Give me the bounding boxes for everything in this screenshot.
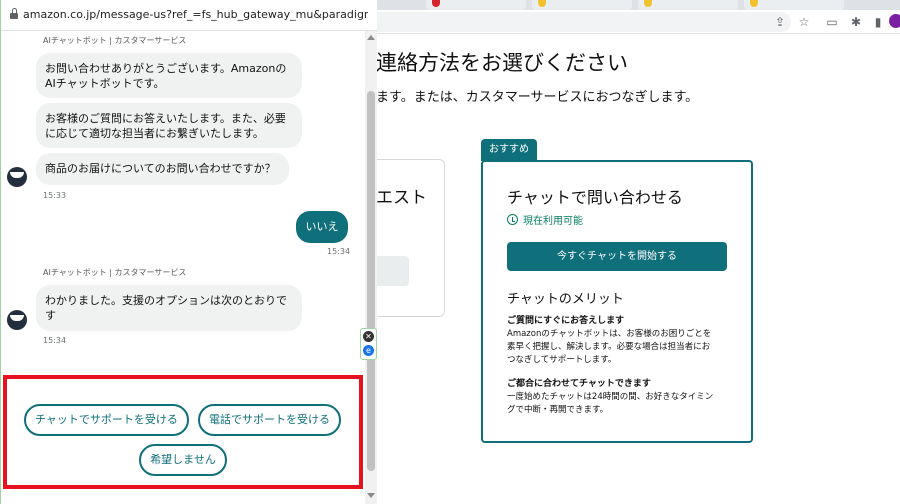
profile-avatar[interactable]	[889, 14, 900, 28]
bot-sender-label: AIチャットボット | カスタマーサービス	[43, 36, 187, 45]
popup-url[interactable]: amazon.co.jp/message-us?ref_=fs_hub_gate…	[23, 8, 368, 21]
highlight-box: チャットでサポートを受ける 電話でサポートを受ける 希望しません	[3, 375, 363, 489]
bot-sender-label: AIチャットボット | カスタマーサービス	[43, 268, 187, 277]
availability-label: 現在利用可能	[523, 216, 583, 227]
scroll-up-arrow[interactable]	[367, 35, 375, 40]
contact-page: 連絡方法をお選びください ます。または、カスタマーサービスにおつなぎします。 エ…	[366, 34, 900, 504]
chat-card-title: チャットで問い合わせる	[507, 188, 683, 207]
user-message: いいえ	[296, 211, 348, 243]
recommended-badge: おすすめ	[481, 139, 537, 161]
chat-merits-heading: チャットのメリット	[507, 292, 624, 307]
lock-icon	[10, 8, 18, 20]
browser-tab[interactable]	[638, 0, 738, 10]
bot-message: お客様のご質問にお答えいたします。また、必要 に応じて適切な担当者にお繋ぎいたし…	[36, 103, 302, 148]
sidebar-icon[interactable]: ▮	[870, 14, 886, 30]
close-icon[interactable]: ✕	[363, 331, 374, 342]
chat-scrollbar[interactable]	[365, 31, 377, 504]
bot-message: お問い合わせありがとうございます。Amazonの AIチャットボットです。	[36, 53, 302, 98]
popup-url-bar[interactable]: amazon.co.jp/message-us?ref_=fs_hub_gate…	[1, 0, 377, 31]
request-card-button[interactable]	[376, 256, 409, 286]
extensions-icon[interactable]: ✱	[848, 14, 864, 30]
decline-button[interactable]: 希望しません	[139, 444, 227, 476]
address-bar[interactable]	[376, 12, 791, 32]
merit-2-text: 一度始めたチャットは24時間の間、お好きなタイミン グで中断・再開できます。	[507, 392, 714, 415]
browser-tab[interactable]	[744, 0, 844, 10]
scroll-thumb[interactable]	[367, 91, 375, 471]
page-title: 連絡方法をお選びください	[376, 51, 628, 75]
clock-icon	[507, 214, 518, 225]
browser-tab-strip	[376, 0, 900, 10]
browser-tab[interactable]	[532, 0, 632, 10]
cast-icon[interactable]: ▭	[824, 14, 840, 30]
extension-widget: ✕ e	[360, 328, 377, 360]
browser-tab[interactable]	[426, 0, 526, 10]
bot-avatar	[7, 167, 27, 187]
screen: ⇪ ☆ ▭ ✱ ▮ 連絡方法をお選びください ます。または、カスタマーサービスに…	[0, 0, 900, 504]
scroll-down-arrow[interactable]	[367, 493, 375, 498]
merit-1-title: ご質問にすぐにお答えします	[507, 316, 625, 326]
merit-1-text: Amazonのチャットボットは、お客様のお困りごとを 素早く把握し、解決します。…	[507, 329, 712, 365]
bot-message: 商品のお届けについてのお問い合わせですか？	[36, 153, 289, 185]
share-icon[interactable]: ⇪	[772, 14, 788, 30]
star-icon[interactable]: ☆	[796, 14, 812, 30]
message-timestamp: 15:34	[327, 247, 351, 256]
chat-contact-card: チャットで問い合わせる 現在利用可能 今すぐチャットを開始する チャットのメリッ…	[481, 160, 753, 443]
start-chat-button[interactable]: 今すぐチャットを開始する	[507, 242, 727, 271]
browser-toolbar: ⇪ ☆ ▭ ✱ ▮	[376, 10, 900, 34]
message-timestamp: 15:33	[43, 191, 67, 200]
phone-support-button[interactable]: 電話でサポートを受ける	[198, 404, 341, 436]
bot-message: わかりました。支援のオプションは次のとおりで す	[36, 285, 302, 331]
availability-status: 現在利用可能	[507, 212, 583, 227]
extension-e-icon[interactable]: e	[363, 345, 374, 356]
message-timestamp: 15:34	[43, 336, 67, 345]
chat-popup-window: amazon.co.jp/message-us?ref_=fs_hub_gate…	[0, 0, 377, 504]
merit-2-title: ご都合に合わせてチャットできます	[507, 379, 651, 389]
bot-avatar	[7, 310, 27, 330]
request-card[interactable]: エスト	[366, 159, 445, 317]
chat-support-button[interactable]: チャットでサポートを受ける	[24, 404, 189, 436]
page-subtitle: ます。または、カスタマーサービスにおつなぎします。	[376, 90, 699, 105]
request-card-title: エスト	[376, 188, 427, 208]
